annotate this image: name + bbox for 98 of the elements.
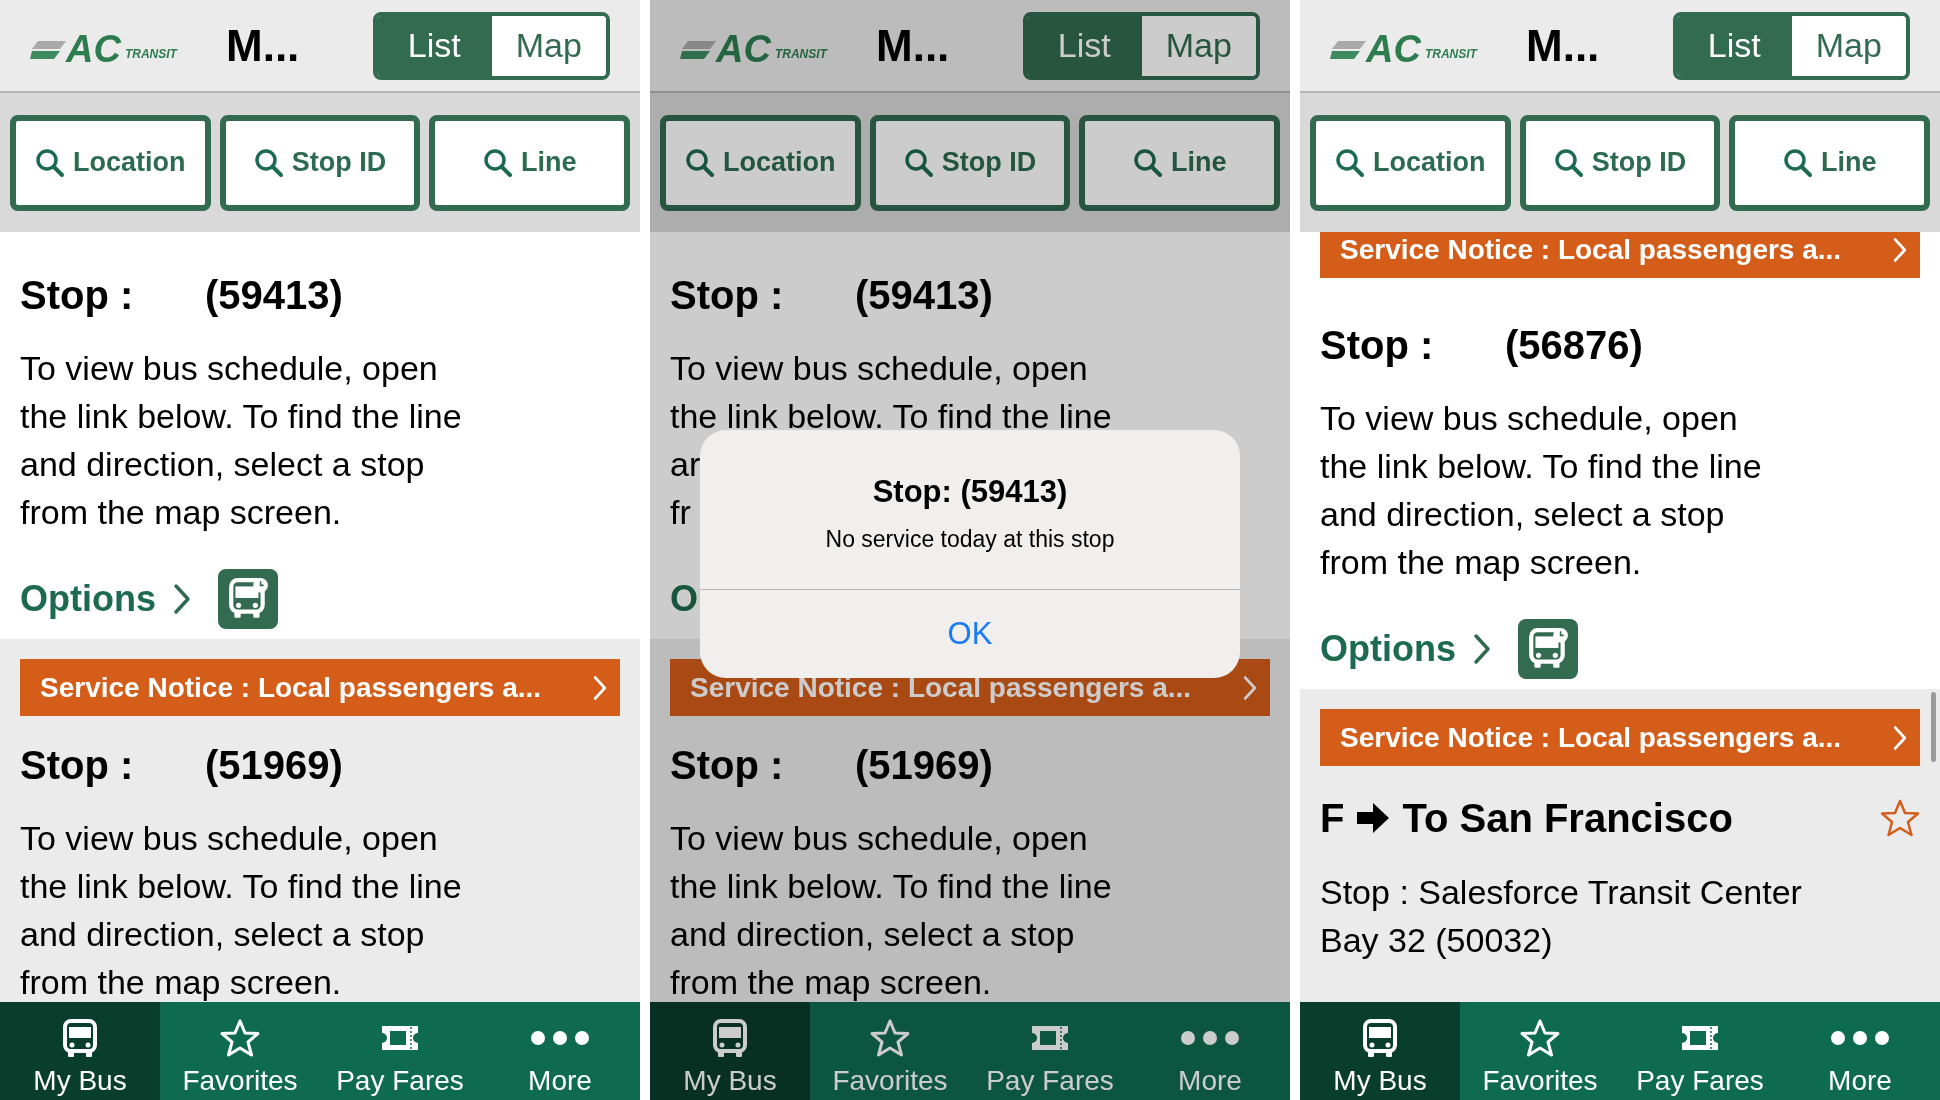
- options-link[interactable]: O: [670, 569, 698, 629]
- description-line: the link below. To find the line: [670, 396, 1112, 437]
- bus-schedule-button[interactable]: [1518, 619, 1578, 679]
- chevron-icon: [172, 583, 192, 615]
- search-icon: [35, 147, 66, 178]
- search-button[interactable]: Location: [660, 114, 861, 211]
- description-line: from the map screen.: [670, 962, 992, 1002]
- search-icon: [1335, 147, 1366, 178]
- stop-name: Stop : Salesforce Transit Center Bay 32 (50032): [1320, 872, 1803, 961]
- description-line: and direction, select a stop: [20, 914, 425, 955]
- view-tab[interactable]: List: [1677, 15, 1792, 76]
- bus-schedule-button[interactable]: [218, 569, 278, 629]
- search-button[interactable]: Location: [1310, 114, 1511, 211]
- tab-bar-item[interactable]: My Bus: [650, 1002, 810, 1100]
- description-line: the link below. To find the line: [1320, 446, 1762, 487]
- view-tab[interactable]: Map: [491, 15, 606, 76]
- stop-id: (59413): [855, 272, 993, 319]
- search-button[interactable]: Stop ID: [219, 114, 421, 211]
- scrollbar: [1931, 692, 1936, 762]
- search-icon: [685, 147, 716, 178]
- star-icon: [220, 1018, 260, 1058]
- service-notice-banner[interactable]: Service Notice : Local passengers a...: [20, 659, 620, 716]
- stop-label: Stop :: [670, 272, 785, 319]
- stop-id: (51969): [855, 742, 993, 789]
- description-line: the link below. To find the line: [670, 866, 1112, 907]
- bus-clock-icon: [1526, 627, 1570, 671]
- stop-id: (51969): [205, 742, 343, 789]
- view-tab[interactable]: Map: [1791, 15, 1906, 76]
- description-line: To view bus schedule, open: [670, 818, 1088, 859]
- bus-clock-icon: [226, 577, 270, 621]
- logo-letters: AC: [66, 26, 121, 71]
- star-icon: [1520, 1018, 1560, 1058]
- screen-title: M...: [226, 19, 301, 72]
- bus-icon: [60, 1018, 100, 1058]
- stop-label: Stop :: [20, 272, 135, 319]
- description-line: the link below. To find the line: [20, 866, 462, 907]
- stop-label: Stop :: [670, 742, 785, 789]
- stop-label: Stop :: [20, 742, 135, 789]
- description-line: ar: [670, 444, 701, 485]
- logo-word: TRANSIT: [1424, 46, 1477, 61]
- logo-letters: AC: [716, 26, 771, 71]
- description-line: from the map screen.: [1320, 542, 1642, 583]
- view-tab[interactable]: Map: [1141, 15, 1256, 76]
- bus-icon: [1360, 1018, 1400, 1058]
- dialog-title: Stop: (59413): [872, 473, 1068, 511]
- route-letter: F: [1320, 795, 1345, 842]
- service-notice-banner[interactable]: Service Notice : Local passengers a...: [1320, 232, 1920, 278]
- description-line: and direction, select a stop: [670, 914, 1075, 955]
- search-button[interactable]: Line: [1079, 114, 1280, 211]
- chevron-icon: [1472, 633, 1492, 665]
- stop-label: Stop :: [1320, 322, 1435, 369]
- logo-word: TRANSIT: [124, 46, 177, 61]
- search-button[interactable]: Location: [10, 114, 211, 211]
- search-icon: [903, 147, 934, 178]
- search-icon: [1553, 147, 1584, 178]
- options-link[interactable]: Options: [20, 569, 156, 629]
- bus-icon: [710, 1018, 750, 1058]
- search-icon: [253, 147, 284, 178]
- options-link[interactable]: Options: [1320, 619, 1456, 679]
- description-line: To view bus schedule, open: [20, 818, 438, 859]
- view-tab[interactable]: List: [1027, 15, 1142, 76]
- star-icon: [870, 1018, 910, 1058]
- description-line: the link below. To find the line: [20, 396, 462, 437]
- description-line: To view bus schedule, open: [670, 348, 1088, 389]
- logo-word: TRANSIT: [774, 46, 827, 61]
- search-button[interactable]: Line: [429, 114, 630, 211]
- dialog-message: No service today at this stop: [825, 524, 1115, 554]
- chevron-icon: [592, 674, 608, 701]
- search-icon: [1132, 147, 1163, 178]
- service-notice-banner[interactable]: Service Notice : Local passengers a...: [1320, 709, 1920, 766]
- description-line: fr: [670, 492, 691, 533]
- screen-title: M...: [876, 19, 951, 72]
- search-icon: [1782, 147, 1813, 178]
- tab-bar-item[interactable]: My Bus: [0, 1002, 160, 1100]
- description-line: To view bus schedule, open: [1320, 398, 1738, 439]
- description-line: and direction, select a stop: [20, 444, 425, 485]
- view-tab[interactable]: List: [377, 15, 492, 76]
- screen-title: M...: [1526, 19, 1601, 72]
- favorite-star-icon[interactable]: [1880, 798, 1920, 838]
- logo-stripes-drawing: [30, 40, 66, 59]
- description-line: from the map screen.: [20, 492, 342, 533]
- stop-id: (56876): [1505, 322, 1643, 369]
- search-button[interactable]: Line: [1729, 114, 1930, 211]
- chevron-icon: [1892, 236, 1908, 263]
- description-line: To view bus schedule, open: [20, 348, 438, 389]
- search-icon: [482, 147, 513, 178]
- chevron-icon: [1242, 674, 1258, 701]
- logo-stripes-drawing: [1330, 40, 1366, 59]
- chevron-icon: [1892, 724, 1908, 751]
- route-destination: To San Francisco: [1402, 795, 1734, 842]
- search-button[interactable]: Stop ID: [869, 114, 1071, 211]
- tab-bar-item[interactable]: My Bus: [1300, 1002, 1460, 1100]
- logo-letters: AC: [1366, 26, 1421, 71]
- search-button[interactable]: Stop ID: [1519, 114, 1721, 211]
- logo-stripes-drawing: [680, 40, 716, 59]
- description-line: and direction, select a stop: [1320, 494, 1725, 535]
- description-line: from the map screen.: [20, 962, 342, 1002]
- stop-id: (59413): [205, 272, 343, 319]
